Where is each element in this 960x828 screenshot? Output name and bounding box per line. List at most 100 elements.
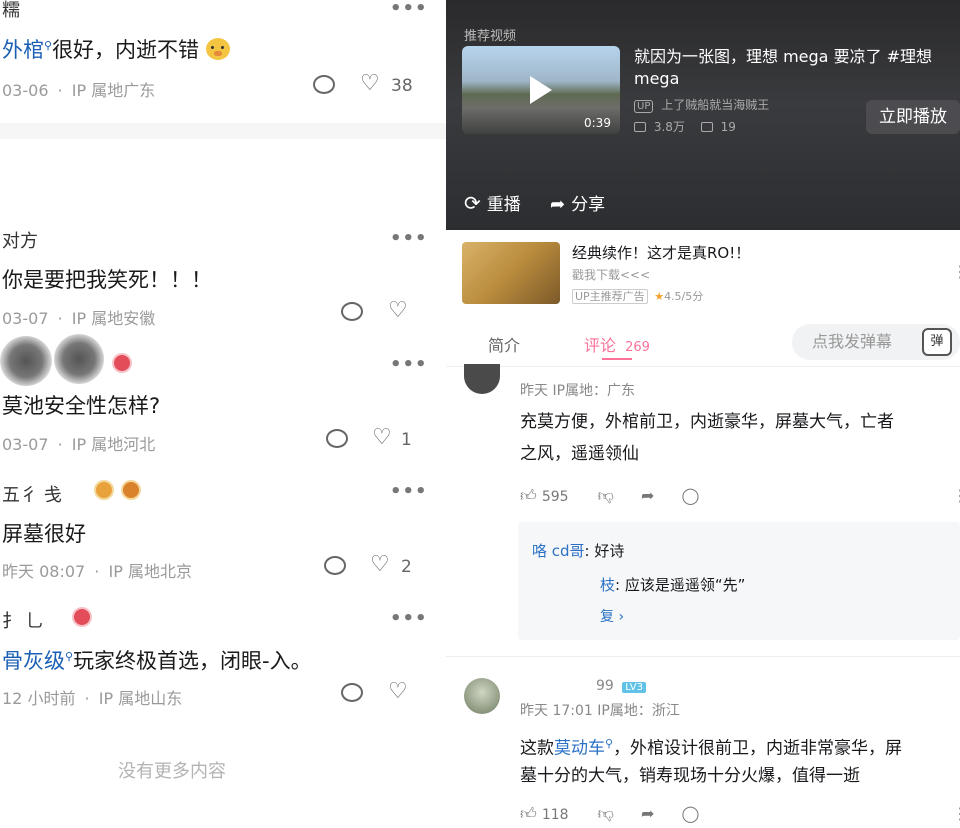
comment-text-line1: 充莫方便，外棺前卫，内逝豪华，屏墓大气，亡者: [520, 412, 894, 432]
like-heart-icon[interactable]: ♡: [370, 554, 390, 576]
ad-image[interactable]: [462, 242, 560, 304]
blurred-username: [54, 334, 104, 384]
views-icon: [634, 122, 646, 132]
share-icon[interactable]: ➦: [641, 486, 654, 505]
crown-badge-icon: [94, 480, 114, 500]
avatar[interactable]: [464, 678, 500, 714]
comment-text-rest: 玩家终极首选，闭眼-入。: [73, 649, 312, 673]
more-options-icon[interactable]: •••: [390, 608, 428, 629]
comment-actions: 👍︎ 118 👎︎ ➦ ◯: [520, 804, 699, 824]
share-icon[interactable]: ➦: [641, 804, 654, 823]
comment-more-icon[interactable]: ⋮: [952, 804, 960, 823]
reply-item[interactable]: 枝: 应该是遥遥领“先”: [600, 574, 745, 595]
reply-icon[interactable]: [324, 556, 346, 575]
bear-face-icon: [205, 38, 230, 60]
play-icon[interactable]: [530, 76, 552, 104]
ad-more-icon[interactable]: ⋮: [952, 262, 960, 281]
more-options-icon[interactable]: •••: [390, 228, 428, 249]
ad-title[interactable]: 经典续作！这才是真RO!！: [572, 242, 750, 263]
uploader-line[interactable]: UP 上了贼船就当海贼王: [634, 96, 769, 113]
like-count: 1: [401, 430, 412, 450]
danmaku-icon: [700, 122, 713, 132]
play-now-button[interactable]: 立即播放: [866, 100, 960, 134]
video-duration: 0:39: [584, 116, 611, 130]
comment-meta: 03-07 · IP 属地安徽: [2, 305, 155, 329]
comment-count: 269: [625, 340, 650, 355]
keyword-link[interactable]: 外棺: [2, 38, 44, 62]
level-badge-icon: LV3: [622, 682, 646, 693]
comment-author[interactable]: 99 LV3: [596, 678, 646, 694]
comment-more-icon[interactable]: ⋮: [952, 486, 960, 505]
danmaku-count: 19: [720, 120, 736, 134]
comment-author-name: 99: [596, 678, 614, 694]
reply-icon[interactable]: [341, 683, 363, 702]
views-count: 3.8万: [653, 120, 685, 134]
up-tag-icon: UP: [634, 100, 654, 113]
meta-dot: ·: [94, 562, 100, 581]
reply-icon[interactable]: [326, 429, 348, 448]
reply-text: : 应该是遥遥领“先”: [615, 576, 746, 594]
blurred-avatar: [0, 336, 52, 386]
video-title[interactable]: 就因为一张图，理想 mega 要凉了 #理想 mega: [634, 46, 952, 90]
like-count: 595: [541, 489, 569, 505]
reply-icon[interactable]: [313, 75, 335, 94]
share-button[interactable]: ➦ 分享: [550, 190, 605, 215]
replay-label: 重播: [486, 195, 521, 215]
comment-ip: IP 属地山东: [98, 689, 183, 708]
comment-ip: IP 属地北京: [108, 562, 192, 581]
section-label: 推荐视频: [464, 29, 517, 44]
like-heart-icon[interactable]: ♡: [360, 73, 380, 95]
tab-comments[interactable]: 评论 269: [584, 332, 650, 356]
keyword-link[interactable]: 莫动车: [554, 739, 605, 759]
thumbs-up-icon[interactable]: 👍︎: [520, 804, 537, 823]
comment-author[interactable]: 扌 乚: [2, 607, 44, 633]
comment-text-line2: 墓十分的大气，销寿现场十分火爆，值得一逝: [520, 766, 860, 786]
section-divider: [0, 123, 446, 139]
view-more-replies-link[interactable]: 复 ›: [600, 606, 624, 626]
reply-icon[interactable]: [341, 302, 363, 321]
more-options-icon[interactable]: •••: [390, 481, 428, 502]
comment-ip: IP 属地河北: [71, 435, 156, 454]
video-thumbnail[interactable]: 0:39: [462, 46, 620, 134]
like-heart-icon[interactable]: ♡: [388, 300, 408, 322]
replay-button[interactable]: ⟳ 重播: [464, 190, 521, 215]
reply-icon[interactable]: ◯: [682, 486, 700, 505]
ad-meta: UP主推荐广告 ★4.5/5分: [572, 288, 703, 304]
reply-thread[interactable]: 咯 cd哥: 好诗 枝: 应该是遥遥领“先” 复 ›: [518, 522, 960, 640]
reply-author[interactable]: 咯 cd哥: [532, 542, 585, 560]
thumbs-down-icon[interactable]: 👎︎: [598, 804, 614, 823]
ad-subtitle[interactable]: 戳我下载<<<: [572, 266, 650, 283]
comment-author[interactable]: 对方: [2, 227, 38, 253]
danmaku-toggle-icon[interactable]: 弹: [922, 328, 952, 356]
meta-dot: ·: [57, 81, 63, 100]
video-player[interactable]: 推荐视频 0:39 就因为一张图，理想 mega 要凉了 #理想 mega UP…: [446, 0, 960, 230]
reply-author[interactable]: 枝: [600, 576, 615, 594]
comment-author[interactable]: 糯: [2, 0, 20, 22]
star-icon: ★: [654, 290, 665, 303]
search-icon: ⚲: [65, 650, 74, 663]
reply-item[interactable]: 咯 cd哥: 好诗: [532, 540, 624, 561]
like-heart-icon[interactable]: ♡: [372, 427, 392, 449]
comment-author[interactable]: 五彳 戋: [2, 481, 62, 507]
comment-text: 外棺⚲很好，内逝不错: [2, 34, 230, 64]
search-icon: ⚲: [605, 737, 614, 750]
comment-text-rest: ，外棺设计很前卫，内逝非常豪华，屏: [613, 738, 903, 759]
share-label: 分享: [571, 195, 606, 215]
tab-intro[interactable]: 简介: [488, 332, 520, 356]
comment-text-rest: 很好，内逝不错: [52, 38, 200, 62]
ad-rating: 4.5/5分: [664, 290, 704, 303]
comment-actions: 👍︎ 595 👎︎ ➦ ◯: [520, 486, 699, 506]
comment-date: 昨天 08:07: [2, 562, 86, 581]
like-heart-icon[interactable]: ♡: [388, 681, 408, 703]
keyword-link[interactable]: 骨灰级: [2, 649, 65, 673]
replay-icon: ⟳: [464, 191, 481, 215]
avatar[interactable]: [464, 364, 500, 394]
more-options-icon[interactable]: •••: [390, 0, 428, 19]
reply-icon[interactable]: ◯: [682, 804, 700, 823]
thumbs-down-icon[interactable]: 👎︎: [598, 486, 614, 505]
thumbs-up-icon[interactable]: 👍︎: [520, 486, 537, 505]
more-options-icon[interactable]: •••: [390, 354, 428, 375]
comment-meta: 03-07 · IP 属地河北: [2, 431, 155, 455]
comment-divider: [446, 656, 960, 657]
left-comment-panel: 糯 ••• 外棺⚲很好，内逝不错 03-06 · IP 属地广东 ♡ 38 对方…: [0, 0, 446, 828]
